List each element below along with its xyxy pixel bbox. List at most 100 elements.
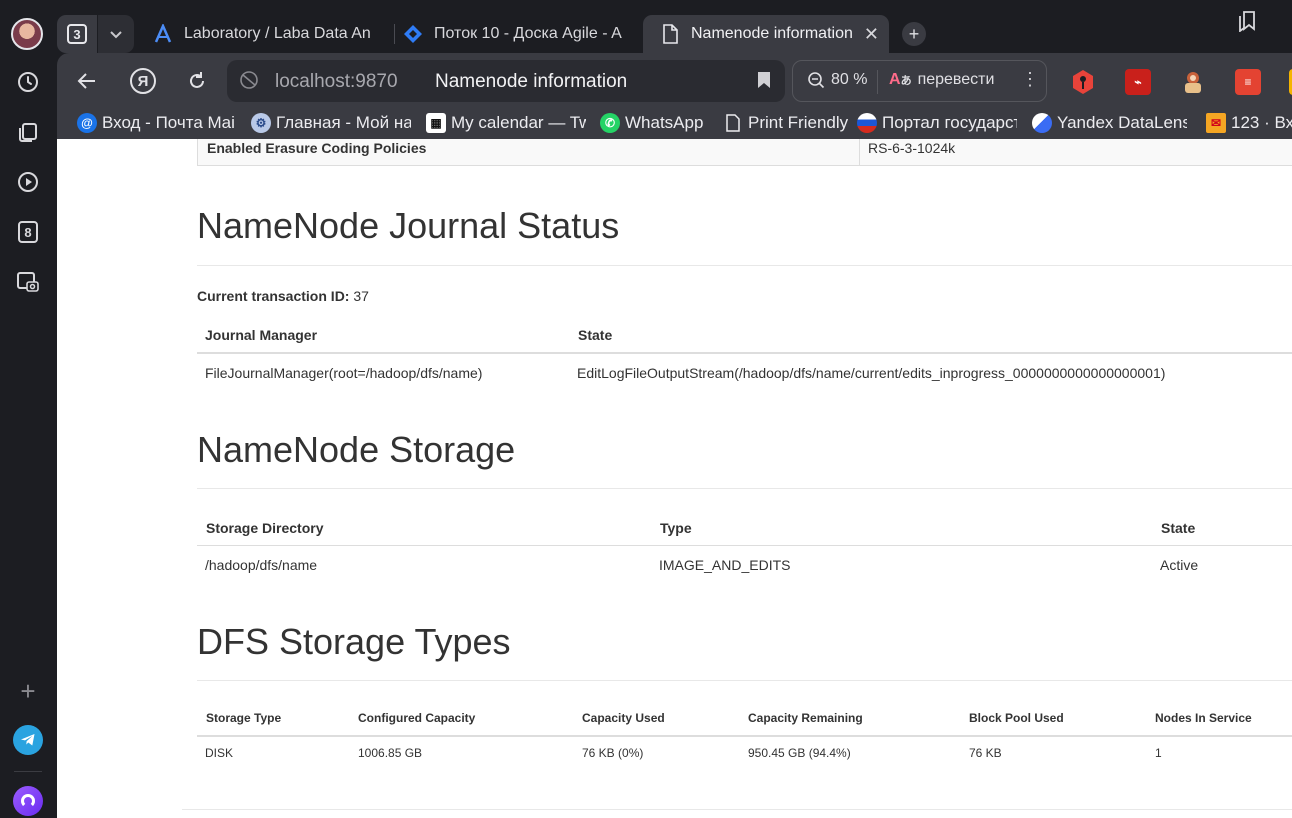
dfs-header-capacity-used: Capacity Used bbox=[582, 711, 665, 725]
storage-state-cell: Active bbox=[1160, 557, 1199, 573]
calendar-icon: ▦ bbox=[426, 113, 446, 133]
add-panel-icon[interactable]: + bbox=[14, 676, 42, 706]
telegram-icon[interactable] bbox=[13, 725, 43, 755]
address-host: localhost:9870 bbox=[275, 71, 398, 92]
address-page-title: Namenode information bbox=[435, 71, 628, 92]
screenshot-camera-icon[interactable] bbox=[14, 268, 42, 296]
tab-count: 3 bbox=[67, 24, 87, 44]
tab-counter-button[interactable]: 3 bbox=[57, 15, 97, 53]
bookmark-icon[interactable] bbox=[757, 71, 771, 94]
dfs-capacity-used-cell: 76 KB (0%) bbox=[582, 746, 644, 760]
page-tools: 80 % Aあ перевести ⋮ bbox=[792, 60, 1047, 102]
dfs-header-configured-capacity: Configured Capacity bbox=[358, 711, 476, 725]
storage-directory-cell: /hadoop/dfs/name bbox=[205, 557, 318, 573]
bookmark-label: My calendar — Twe bbox=[451, 113, 586, 132]
tab-list-chevron-down-icon[interactable] bbox=[98, 15, 134, 53]
counter-badge-icon[interactable]: 8 bbox=[14, 218, 42, 246]
tab-namenode-active[interactable]: Namenode information ✕ bbox=[643, 15, 889, 53]
mail-envelope-icon: ✉ bbox=[1206, 113, 1226, 133]
back-arrow-icon[interactable] bbox=[71, 65, 103, 97]
bookmark-label: Вход - Почта Mail. bbox=[102, 113, 235, 132]
dfs-configured-capacity-cell: 1006.85 GB bbox=[358, 746, 423, 760]
section-divider bbox=[197, 265, 1292, 266]
tab-label: Поток 10 - Доска Agile - A bbox=[434, 25, 622, 42]
dfs-header-capacity-remaining: Capacity Remaining bbox=[748, 711, 863, 725]
atlassian-a-icon bbox=[152, 23, 174, 45]
namenode-storage-title: NameNode Storage bbox=[197, 429, 516, 470]
journal-header-manager: Journal Manager bbox=[205, 327, 318, 343]
more-vertical-icon[interactable]: ⋮ bbox=[1021, 69, 1039, 90]
tab-separator bbox=[394, 24, 395, 44]
site-info-icon[interactable] bbox=[239, 70, 259, 95]
bookmarks-bar: @ Вход - Почта Mail. ⚙ Главная - Мой нал… bbox=[57, 107, 1292, 139]
page-viewport: Enabled Erasure Coding Policies RS-6-3-1… bbox=[57, 139, 1292, 818]
section-divider bbox=[197, 488, 1292, 489]
video-play-icon[interactable] bbox=[14, 168, 42, 196]
mail-at-icon: @ bbox=[77, 113, 97, 133]
storage-type-cell: IMAGE_AND_EDITS bbox=[659, 557, 791, 573]
bookmark-label: Главная - Мой нал bbox=[276, 113, 411, 132]
alice-assistant-icon[interactable] bbox=[13, 786, 43, 816]
close-tab-icon[interactable]: ✕ bbox=[864, 24, 879, 44]
dfs-capacity-remaining-cell: 950.45 GB (94.4%) bbox=[748, 746, 851, 760]
erasure-coding-value: RS-6-3-1024k bbox=[868, 140, 956, 156]
bookmark-label: Yandex DataLens bbox=[1057, 113, 1187, 132]
bookmark-label: WhatsApp bbox=[625, 113, 704, 132]
current-txid: Current transaction ID: 37 bbox=[197, 288, 369, 304]
browser-sidebar: 8 + bbox=[0, 0, 57, 818]
bookmark-label: Портал государст bbox=[882, 113, 1017, 132]
bookmark-label: 123 · Вхо bbox=[1231, 113, 1292, 132]
storage-header-directory: Storage Directory bbox=[206, 520, 324, 536]
bookmark-tax[interactable]: ⚙ Главная - Мой нал bbox=[251, 112, 411, 134]
profile-avatar[interactable] bbox=[11, 18, 43, 50]
section-divider bbox=[197, 680, 1292, 681]
history-clock-icon[interactable] bbox=[14, 68, 42, 96]
dfs-storage-types-title: DFS Storage Types bbox=[197, 621, 511, 662]
tab-agile-board[interactable]: Поток 10 - Доска Agile - A bbox=[402, 15, 642, 53]
sidebar-badge: 8 bbox=[18, 221, 38, 243]
extension-todoist-icon[interactable]: ≡ bbox=[1235, 69, 1261, 95]
extension-key-icon[interactable] bbox=[1070, 69, 1096, 95]
tab-laboratory[interactable]: Laboratory / Laba Data An bbox=[152, 15, 392, 53]
tab-label: Laboratory / Laba Data An bbox=[184, 25, 371, 42]
dfs-nodes-in-service-cell: 1 bbox=[1155, 746, 1162, 760]
zoom-control[interactable]: 80 % bbox=[807, 71, 867, 89]
sidebar-divider bbox=[14, 771, 42, 772]
extension-avatar-icon[interactable] bbox=[1180, 69, 1206, 95]
extension-pdf-icon[interactable]: ⌁ bbox=[1125, 69, 1151, 95]
zoom-icon bbox=[808, 72, 825, 89]
whatsapp-icon: ✆ bbox=[600, 113, 620, 133]
collections-icon[interactable] bbox=[14, 118, 42, 146]
storage-header-state: State bbox=[1161, 520, 1196, 536]
russia-flag-icon bbox=[857, 113, 877, 133]
bookmark-calendar[interactable]: ▦ My calendar — Twe bbox=[426, 112, 586, 134]
footer-divider bbox=[182, 809, 1292, 810]
tabs-bookmark-icon[interactable] bbox=[1237, 10, 1257, 37]
txid-label: Current transaction ID: bbox=[197, 288, 350, 304]
bookmark-gosuslugi[interactable]: Портал государст bbox=[857, 112, 1017, 134]
new-tab-plus-icon[interactable]: + bbox=[902, 22, 926, 46]
txid-value: 37 bbox=[353, 288, 369, 304]
bookmark-mail-123[interactable]: ✉ 123 · Вхо bbox=[1206, 112, 1292, 134]
bookmark-mail[interactable]: @ Вход - Почта Mail. bbox=[77, 112, 235, 134]
table-header-line bbox=[197, 735, 1292, 737]
journal-header-state: State bbox=[578, 327, 613, 343]
tools-divider bbox=[877, 70, 878, 94]
reload-icon[interactable] bbox=[181, 65, 213, 97]
translate-button[interactable]: Aあ перевести bbox=[889, 71, 994, 89]
dfs-header-storage-type: Storage Type bbox=[206, 711, 282, 725]
bookmark-printfriendly[interactable]: Print Friendly bbox=[723, 112, 848, 134]
document-icon bbox=[659, 23, 681, 45]
bookmark-datalens[interactable]: Yandex DataLens bbox=[1032, 112, 1187, 134]
bookmark-whatsapp[interactable]: ✆ WhatsApp bbox=[600, 112, 710, 134]
tab-label: Namenode information bbox=[691, 25, 853, 42]
cell-divider bbox=[859, 139, 860, 165]
erasure-coding-label: Enabled Erasure Coding Policies bbox=[207, 140, 427, 156]
translate-icon: Aあ bbox=[889, 71, 912, 88]
yandex-logo-icon[interactable]: Я bbox=[127, 65, 159, 97]
zoom-level: 80 % bbox=[831, 71, 868, 88]
dfs-header-block-pool-used: Block Pool Used bbox=[969, 711, 1064, 725]
jira-diamond-icon bbox=[402, 23, 424, 45]
address-bar[interactable]: localhost:9870 Namenode information bbox=[227, 60, 785, 102]
journal-manager-cell: FileJournalManager(root=/hadoop/dfs/name… bbox=[205, 365, 483, 381]
